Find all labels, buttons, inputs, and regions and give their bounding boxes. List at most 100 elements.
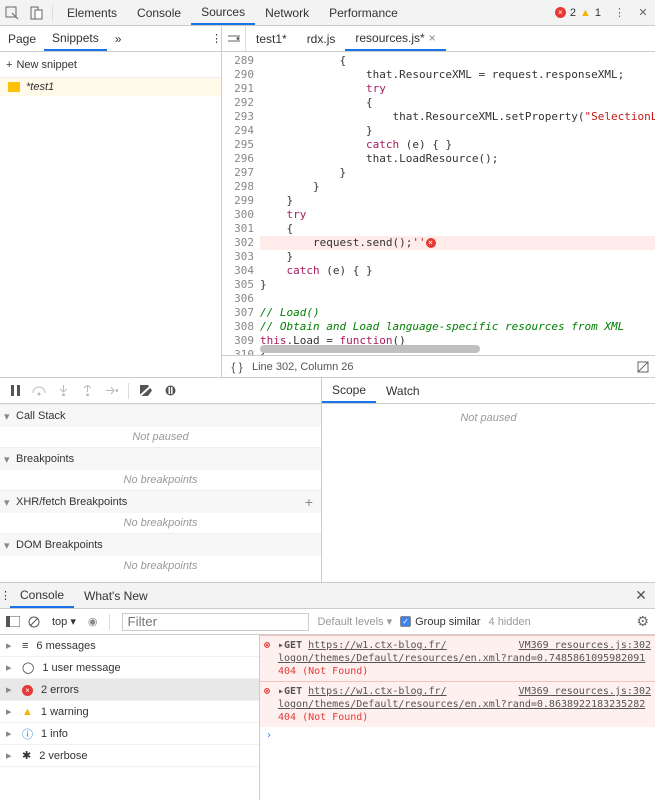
add-icon[interactable]: + [305, 494, 317, 510]
error-icon: ⊗ [264, 639, 270, 652]
step-icon[interactable] [100, 381, 122, 401]
filter-input[interactable] [122, 613, 309, 631]
close-icon[interactable]: ✕ [631, 0, 655, 25]
editor-status-bar: { } Line 302, Column 26 [222, 355, 655, 377]
group-similar-checkbox[interactable]: ✓Group similar [400, 616, 480, 628]
sidebar-icon: ▲ [22, 706, 33, 718]
coverage-icon[interactable] [637, 361, 655, 373]
console-sidebar: ▸≡6 messages▸◯1 user message▸×2 errors▸▲… [0, 635, 260, 800]
sidebar-toggle-icon[interactable] [6, 616, 20, 627]
sidebar-icon: ✱ [22, 749, 31, 762]
warning-count: 1 [595, 7, 601, 19]
more-icon[interactable]: ⋮ [607, 0, 631, 25]
panel-tab-console[interactable]: Console [127, 0, 191, 25]
scope-body: Not paused [322, 404, 655, 582]
console-filter-bar: top ▾ ◉ Default levels ▾ ✓Group similar … [0, 609, 655, 635]
whatsnew-tab[interactable]: What's New [74, 583, 158, 608]
horizontal-scrollbar[interactable] [260, 343, 655, 355]
plus-icon: + [6, 59, 12, 71]
navigator-more-icon[interactable]: ⋮ [211, 32, 221, 45]
panel-header[interactable]: ▾Breakpoints [0, 448, 321, 470]
tab-list-icon[interactable] [222, 26, 246, 51]
debugger-controls [0, 378, 321, 404]
debugger-section: ▾BreakpointsNo breakpoints [0, 447, 321, 490]
error-warning-count[interactable]: × 2 ▲ 1 [549, 7, 607, 19]
step-over-icon[interactable] [28, 381, 50, 401]
panel-tab-elements[interactable]: Elements [57, 0, 127, 25]
main-toolbar: ElementsConsoleSourcesNetworkPerformance… [0, 0, 655, 26]
panel-body: No breakpoints [0, 556, 321, 576]
clear-console-icon[interactable] [28, 616, 40, 628]
nav-tab-more-icon[interactable]: » [107, 26, 130, 51]
pretty-print-icon[interactable]: { } [222, 360, 252, 374]
debugger-panel: ▾Call StackNot paused▾BreakpointsNo brea… [0, 378, 322, 582]
panel-tab-network[interactable]: Network [255, 0, 319, 25]
pause-exceptions-icon[interactable] [159, 381, 181, 401]
settings-icon[interactable]: ⚙ [636, 613, 649, 630]
inspect-icon[interactable] [0, 0, 24, 25]
panel-header[interactable]: ▾XHR/fetch Breakpoints+ [0, 491, 321, 513]
editor-panel: test1*rdx.jsresources.js*× 2892902912922… [222, 26, 655, 377]
nav-tab-snippets[interactable]: Snippets [44, 26, 107, 51]
drawer-more-icon[interactable]: ⋮ [0, 589, 10, 602]
close-tab-icon[interactable]: × [429, 31, 436, 45]
sidebar-icon: ⓘ [22, 726, 33, 742]
step-into-icon[interactable] [52, 381, 74, 401]
console-sidebar-item[interactable]: ▸▲1 warning [0, 701, 259, 723]
step-out-icon[interactable] [76, 381, 98, 401]
debugger-section: ▾Call StackNot paused [0, 404, 321, 447]
scope-tab[interactable]: Scope [322, 378, 376, 403]
sidebar-icon: ◯ [22, 661, 34, 674]
console-sidebar-item[interactable]: ▸×2 errors [0, 679, 259, 701]
context-selector[interactable]: top ▾ [48, 615, 80, 628]
editor-tab[interactable]: resources.js*× [345, 26, 445, 51]
panel-header[interactable]: ▾Call Stack [0, 405, 321, 427]
console-tab[interactable]: Console [10, 583, 74, 608]
line-gutter: 2892902912922932942952962972982993003013… [222, 52, 260, 355]
debugger-section: ▾XHR/fetch Breakpoints+No breakpoints [0, 490, 321, 533]
sidebar-icon: ≡ [22, 640, 28, 652]
debugger-section: ▾DOM BreakpointsNo breakpoints [0, 533, 321, 576]
drawer-tabs: ⋮ Console What's New ✕ [0, 583, 655, 609]
editor-tabs: test1*rdx.jsresources.js*× [222, 26, 655, 52]
console-sidebar-item[interactable]: ▸≡6 messages [0, 635, 259, 657]
deactivate-breakpoints-icon[interactable] [135, 381, 157, 401]
panel-body: No breakpoints [0, 470, 321, 490]
console-error-message[interactable]: ⊗▸GET https://w1.ctx-blog.fr/ VM369 reso… [260, 681, 655, 727]
hidden-count: 4 hidden [489, 616, 531, 628]
error-count: 2 [570, 7, 576, 19]
watch-tab[interactable]: Watch [376, 378, 430, 403]
warning-icon: ▲ [580, 7, 591, 19]
code-content[interactable]: { that.ResourceXML = request.responseXML… [260, 52, 655, 355]
console-error-message[interactable]: ⊗▸GET https://w1.ctx-blog.fr/ VM369 reso… [260, 635, 655, 681]
scope-watch-panel: Scope Watch Not paused [322, 378, 655, 582]
panel-tab-sources[interactable]: Sources [191, 0, 255, 25]
panel-tab-performance[interactable]: Performance [319, 0, 408, 25]
console-messages: ⊗▸GET https://w1.ctx-blog.fr/ VM369 reso… [260, 635, 655, 800]
console-sidebar-item[interactable]: ▸◯1 user message [0, 657, 259, 679]
code-editor[interactable]: 2892902912922932942952962972982993003013… [222, 52, 655, 355]
navigator-tabs: Page Snippets » ⋮ [0, 26, 221, 52]
snippet-icon [8, 82, 20, 92]
new-snippet-button[interactable]: + New snippet [0, 52, 221, 78]
drawer-close-icon[interactable]: ✕ [627, 587, 655, 604]
navigator-panel: Page Snippets » ⋮ + New snippet *test1 [0, 26, 222, 377]
panel-body: No breakpoints [0, 513, 321, 533]
eye-icon[interactable]: ◉ [88, 615, 98, 628]
editor-tab[interactable]: rdx.js [297, 26, 346, 51]
console-sidebar-item[interactable]: ▸✱2 verbose [0, 745, 259, 767]
error-icon: ⊗ [264, 685, 270, 698]
panel-header[interactable]: ▾DOM Breakpoints [0, 534, 321, 556]
scope-tabs: Scope Watch [322, 378, 655, 404]
console-sidebar-item[interactable]: ▸ⓘ1 info [0, 723, 259, 745]
pause-icon[interactable] [4, 381, 26, 401]
device-icon[interactable] [24, 0, 48, 25]
snippet-file[interactable]: *test1 [0, 78, 221, 96]
new-snippet-label: New snippet [16, 59, 77, 71]
levels-selector[interactable]: Default levels ▾ [317, 615, 392, 628]
editor-tab[interactable]: test1* [246, 26, 297, 51]
error-icon: × [555, 7, 566, 18]
console-prompt[interactable] [260, 727, 655, 744]
nav-tab-page[interactable]: Page [0, 26, 44, 51]
snippet-filename: *test1 [26, 81, 54, 93]
